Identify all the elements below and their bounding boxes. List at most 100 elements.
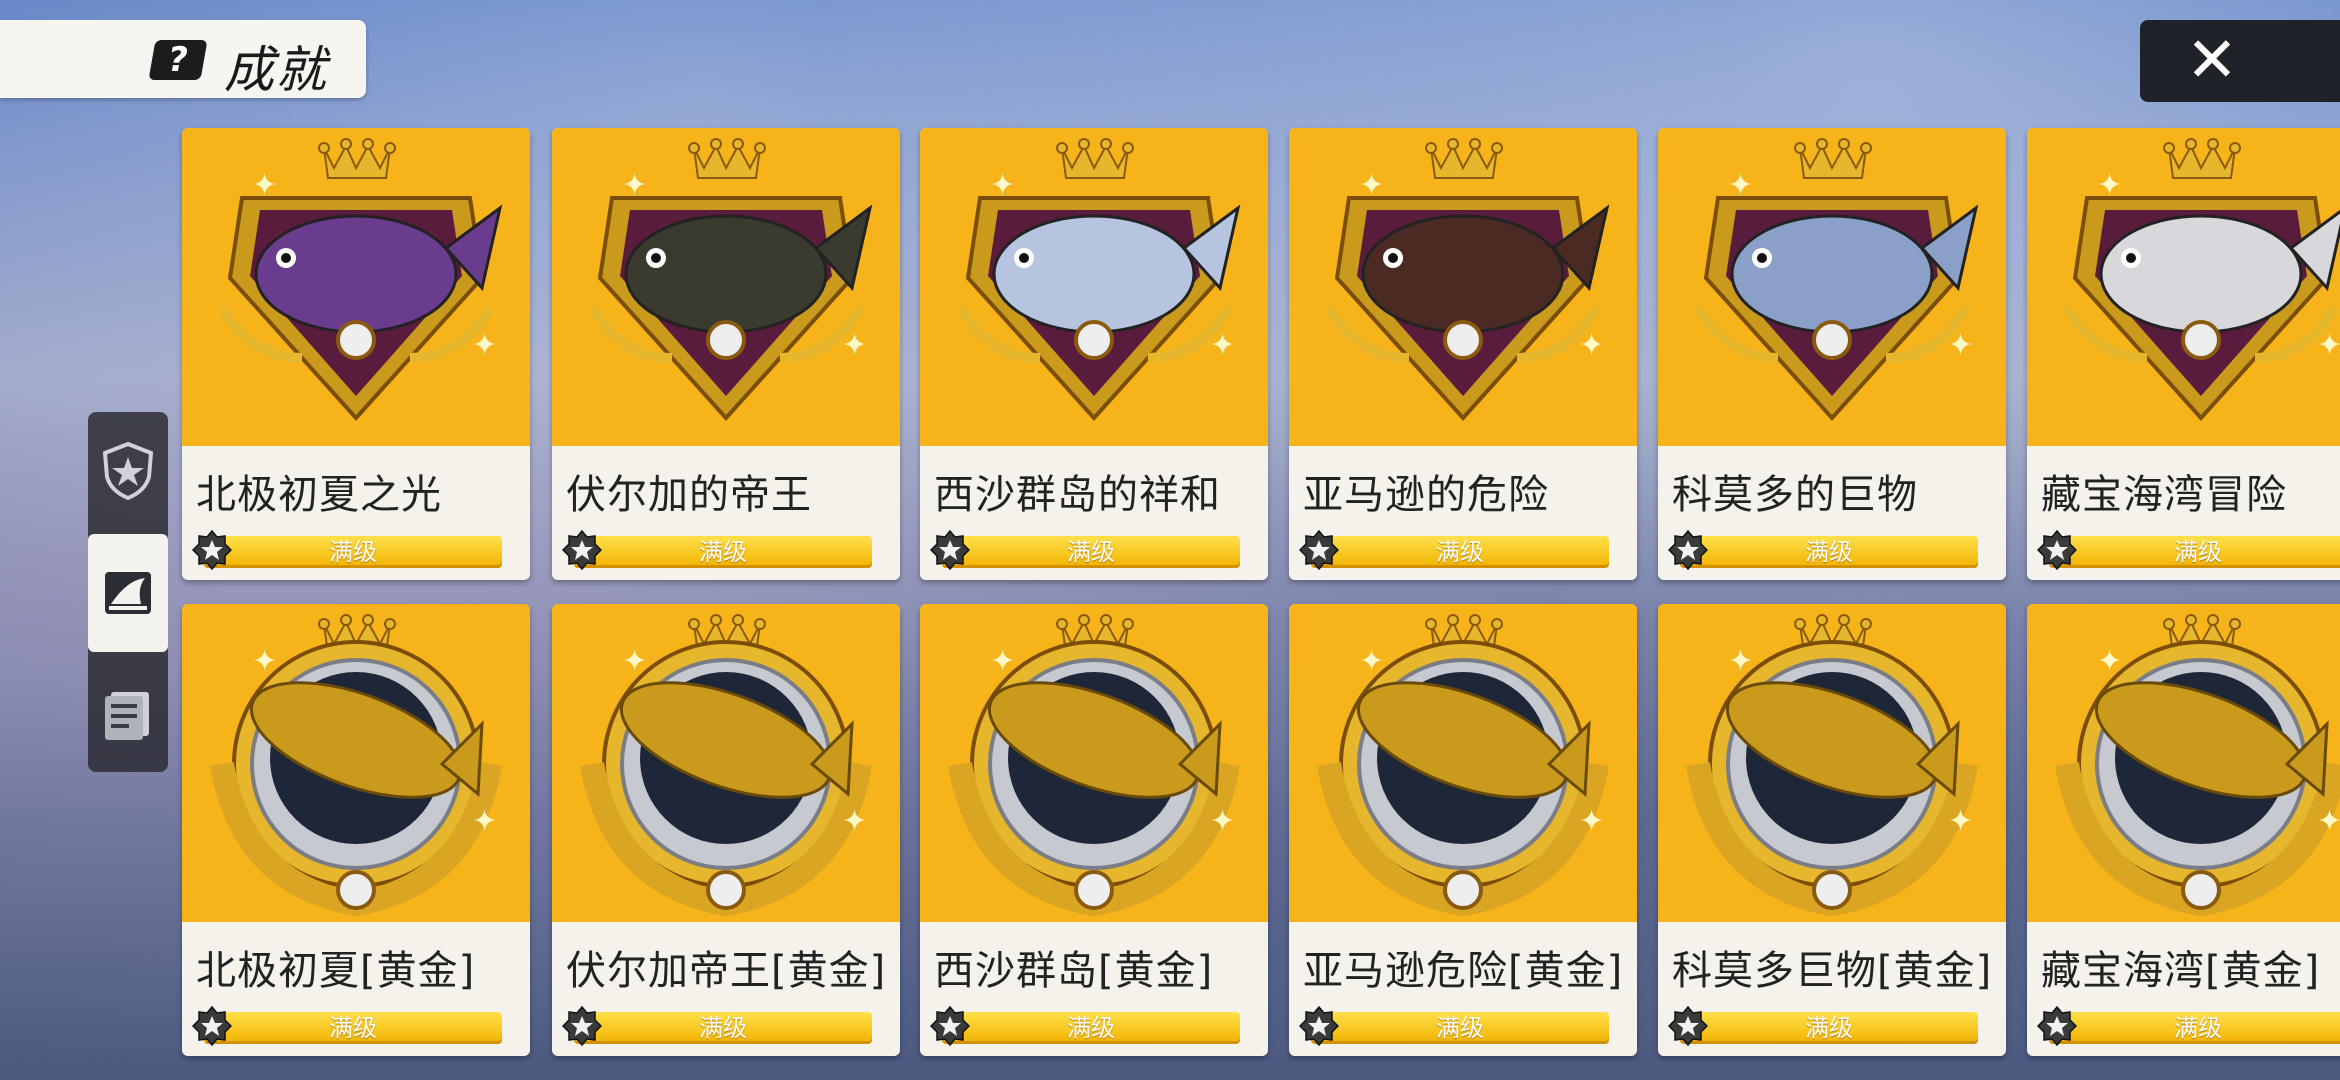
sparkle-icon: ✦	[1210, 328, 1236, 363]
level-bar: 满级	[1311, 536, 1609, 568]
achievement-card[interactable]: ✦ ✦ 藏宝海湾[黄金] 满级	[2027, 604, 2340, 1056]
sparkle-icon: ✦	[472, 328, 498, 363]
diamond-badge-icon	[552, 138, 900, 450]
achievement-card[interactable]: ✦ ✦ 北极初夏之光 满级	[182, 128, 530, 580]
level-medal-icon	[1299, 530, 1339, 570]
close-icon: ✕	[2186, 23, 2238, 96]
level-medal-icon	[192, 530, 232, 570]
sparkle-icon: ✦	[842, 804, 868, 839]
sparkle-icon: ✦	[1728, 168, 1754, 203]
achievement-name: 藏宝海湾[黄金]	[2041, 948, 2321, 994]
diamond-badge-icon	[1658, 138, 2006, 450]
achievement-art: ✦ ✦	[1658, 604, 2006, 922]
achievement-card[interactable]: ✦ ✦ 北极初夏[黄金] 满级	[182, 604, 530, 1056]
side-tab-fish-cards[interactable]	[88, 534, 168, 652]
sparkle-icon: ✦	[622, 168, 648, 203]
achievement-art: ✦ ✦	[182, 604, 530, 922]
diamond-badge-icon	[2027, 138, 2340, 450]
side-tab-bar	[88, 412, 168, 772]
achievement-card[interactable]: ✦ ✦ 伏尔加的帝王 满级	[552, 128, 900, 580]
level-medal-icon	[2037, 1006, 2077, 1046]
level-medal-icon	[930, 530, 970, 570]
level-bar: 满级	[204, 536, 502, 568]
achievement-card[interactable]: ✦ ✦ 伏尔加帝王[黄金] 满级	[552, 604, 900, 1056]
side-tab-achievements[interactable]	[88, 412, 168, 530]
level-medal-icon	[562, 530, 602, 570]
achievement-art: ✦ ✦	[1289, 128, 1637, 446]
achievement-art: ✦ ✦	[920, 128, 1268, 446]
achievement-art: ✦ ✦	[182, 128, 530, 446]
diamond-badge-icon	[182, 138, 530, 450]
sparkle-icon: ✦	[1948, 328, 1974, 363]
achievement-card[interactable]: ✦ ✦ 西沙群岛的祥和 满级	[920, 128, 1268, 580]
laurel-badge-icon	[1289, 614, 1637, 926]
level-label: 满级	[699, 538, 747, 566]
level-label: 满级	[1067, 1014, 1115, 1042]
level-bar: 满级	[942, 536, 1240, 568]
achievement-card[interactable]: ✦ ✦ 科莫多的巨物 满级	[1658, 128, 2006, 580]
achievement-name: 藏宝海湾冒险	[2041, 472, 2287, 518]
level-label: 满级	[1067, 538, 1115, 566]
level-bar: 满级	[574, 536, 872, 568]
side-tab-album[interactable]	[88, 656, 168, 774]
laurel-badge-icon	[552, 614, 900, 926]
achievement-name: 北极初夏[黄金]	[196, 948, 476, 994]
achievement-card[interactable]: ✦ ✦ 科莫多巨物[黄金] 满级	[1658, 604, 2006, 1056]
achievement-art: ✦ ✦	[1658, 128, 2006, 446]
sparkle-icon: ✦	[622, 644, 648, 679]
sparkle-icon: ✦	[252, 644, 278, 679]
level-bar: 满级	[1680, 536, 1978, 568]
laurel-badge-icon	[1658, 614, 2006, 926]
sparkle-icon: ✦	[252, 168, 278, 203]
laurel-badge-icon	[182, 614, 530, 926]
fish-album-icon	[101, 688, 155, 742]
laurel-badge-icon	[2027, 614, 2340, 926]
level-medal-icon	[2037, 530, 2077, 570]
level-bar: 满级	[574, 1012, 872, 1044]
level-bar: 满级	[204, 1012, 502, 1044]
achievement-card[interactable]: ✦ ✦ 亚马逊的危险 满级	[1289, 128, 1637, 580]
achievement-name: 北极初夏之光	[196, 472, 442, 518]
sparkle-icon: ✦	[1579, 328, 1605, 363]
achievement-name: 伏尔加的帝王	[566, 472, 812, 518]
diamond-badge-icon	[920, 138, 1268, 450]
sparkle-icon: ✦	[2097, 168, 2123, 203]
level-medal-icon	[1668, 530, 1708, 570]
achievement-art: ✦ ✦	[2027, 604, 2340, 922]
sparkle-icon: ✦	[990, 644, 1016, 679]
sparkle-icon: ✦	[1728, 644, 1754, 679]
level-medal-icon	[1668, 1006, 1708, 1046]
achievement-card[interactable]: ✦ ✦ 西沙群岛[黄金] 满级	[920, 604, 1268, 1056]
question-icon[interactable]: ?	[148, 40, 208, 80]
level-bar: 满级	[1680, 1012, 1978, 1044]
achievement-name: 亚马逊的危险	[1303, 472, 1549, 518]
level-bar: 满级	[1311, 1012, 1609, 1044]
sparkle-icon: ✦	[1210, 804, 1236, 839]
sparkle-icon: ✦	[1579, 804, 1605, 839]
title-tab: ? 成就	[0, 20, 366, 99]
sparkle-icon: ✦	[1948, 804, 1974, 839]
achievement-card[interactable]: ✦ ✦ 亚马逊危险[黄金] 满级	[1289, 604, 1637, 1056]
level-label: 满级	[1805, 538, 1853, 566]
level-label: 满级	[329, 538, 377, 566]
achievement-card[interactable]: ✦ ✦ 藏宝海湾冒险 满级	[2027, 128, 2340, 580]
page-title: 成就	[224, 41, 328, 99]
close-button[interactable]: ✕	[2140, 20, 2340, 102]
level-medal-icon	[192, 1006, 232, 1046]
achievement-name: 西沙群岛[黄金]	[934, 948, 1214, 994]
level-medal-icon	[930, 1006, 970, 1046]
shark-card-icon	[101, 566, 155, 620]
laurel-badge-icon	[920, 614, 1268, 926]
level-label: 满级	[2174, 538, 2222, 566]
achievement-name: 科莫多的巨物	[1672, 472, 1918, 518]
level-label: 满级	[1805, 1014, 1853, 1042]
level-bar: 满级	[2049, 536, 2340, 568]
achievement-art: ✦ ✦	[552, 604, 900, 922]
level-label: 满级	[699, 1014, 747, 1042]
level-label: 满级	[1436, 1014, 1484, 1042]
sparkle-icon: ✦	[990, 168, 1016, 203]
diamond-badge-icon	[1289, 138, 1637, 450]
level-bar: 满级	[2049, 1012, 2340, 1044]
level-medal-icon	[562, 1006, 602, 1046]
achievement-name: 伏尔加帝王[黄金]	[566, 948, 887, 994]
